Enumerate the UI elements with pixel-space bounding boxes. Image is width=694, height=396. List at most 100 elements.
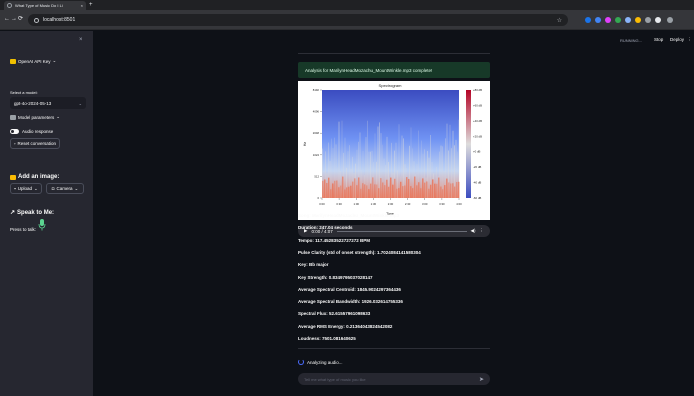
y-tick-label: 4096	[313, 110, 320, 114]
audio-menu-icon[interactable]: ⋮	[480, 228, 485, 234]
spectrogram-streak	[379, 122, 380, 198]
image-icon	[10, 174, 16, 180]
spectrogram-low-band	[332, 183, 334, 198]
x-tick-label: 0:00	[319, 202, 325, 206]
spinner-icon	[298, 359, 304, 365]
y-axis-label: Hz	[303, 142, 307, 147]
browser-window: What Type of Music Do I Li × + ← → ⟳ loc…	[0, 0, 694, 396]
audio-response-toggle[interactable]: Audio response	[10, 129, 53, 134]
spectrogram-low-band	[334, 180, 336, 198]
spectrogram-low-band	[404, 185, 406, 198]
camera-button[interactable]: ◘ Camera ⌄	[46, 183, 84, 194]
reset-conversation-button[interactable]: ▫ Reset conversation	[10, 138, 60, 149]
extension-icon[interactable]	[635, 17, 641, 23]
audio-progress-bar[interactable]	[336, 230, 467, 232]
send-icon[interactable]: ➤	[479, 376, 484, 383]
chat-input[interactable]: Tell me what type of music you like ➤	[298, 373, 490, 385]
spectrogram-low-band	[326, 182, 328, 198]
spectrogram-low-band	[434, 183, 436, 198]
camera-label: Camera	[56, 186, 73, 191]
spectrogram-low-band	[330, 189, 332, 198]
tab-bar: What Type of Music Do I Li × +	[0, 0, 694, 10]
chevron-down-icon: ⌄	[74, 185, 79, 191]
stop-button[interactable]: Stop	[654, 37, 663, 42]
spectrogram-streak	[398, 124, 400, 198]
extension-icon[interactable]	[645, 17, 651, 23]
browser-tab[interactable]: What Type of Music Do I Li ×	[4, 1, 86, 10]
analysis-line: Average RMS Energy: 0.21364043824542082	[298, 323, 393, 329]
api-key-expander[interactable]: OpenAI API Key ⌄	[10, 58, 56, 64]
spectrogram-low-band	[386, 179, 388, 198]
x-axis-ticks: 0:00 0:30 1:00 1:30 2:00 2:30 3:00 3:30 4:00	[319, 198, 462, 206]
new-tab-button[interactable]: +	[89, 1, 93, 9]
spectrogram-low-band	[426, 181, 428, 198]
spectrogram-low-band	[384, 185, 386, 198]
y-tick-label: 512	[314, 174, 319, 178]
upload-button[interactable]: ▪ Upload ⌄	[10, 183, 42, 194]
analysis-line: Average Spectral Bandwidth: 1926.0326147…	[298, 299, 403, 305]
spectrogram-low-band	[376, 184, 378, 198]
y-tick-label: 1024	[313, 153, 320, 157]
deploy-button[interactable]: Deploy	[670, 37, 684, 42]
chat-placeholder: Tell me what type of music you like	[304, 376, 366, 382]
analysis-line: Key Strength: 0.8349795037028147	[298, 274, 373, 280]
audio-response-label: Audio response	[22, 129, 54, 134]
url-input[interactable]: localhost:8501 ☆	[28, 14, 568, 26]
forward-button[interactable]: →	[11, 15, 17, 23]
spectrogram-low-band	[338, 187, 340, 198]
spectrogram-low-band	[336, 180, 338, 198]
main-menu-icon[interactable]: ⋮	[687, 37, 692, 43]
colorbar-tick-label: +40 dB	[473, 119, 482, 123]
gear-icon	[10, 114, 16, 120]
reset-conversation-label: Reset conversation	[17, 141, 57, 146]
browser-menu-icon[interactable]	[667, 17, 673, 23]
y-tick-label: 0	[317, 196, 319, 200]
spectrogram-low-band	[428, 188, 430, 198]
microphone-icon[interactable]	[38, 219, 46, 231]
model-parameters-expander[interactable]: Model parameters ⌄	[10, 114, 60, 120]
x-tick-label: 3:30	[439, 202, 445, 206]
extension-icon[interactable]	[605, 17, 611, 23]
spectrogram-low-band	[436, 183, 438, 198]
spectrogram-low-band	[322, 180, 324, 198]
model-parameters-label: Model parameters	[18, 114, 55, 120]
spectrogram-low-band	[396, 188, 398, 198]
model-select[interactable]: gpt-4o-2024-05-13 ⌄	[10, 97, 86, 109]
analysis-line: Pulse Clarity (std of onset strength): 1…	[298, 249, 421, 255]
spectrogram-streak	[377, 126, 379, 198]
analysis-line: Spectral Flux: 52.61557961098633	[298, 311, 371, 317]
spectrogram-low-band	[366, 185, 368, 198]
extension-icon[interactable]	[625, 17, 631, 23]
speak-heading-text: Speak to Me:	[17, 209, 55, 216]
spectrogram-chart: Spectrogram 0:00 0:30 1:00 1:30 2:00 2:30 3:00…	[298, 81, 490, 220]
bookmark-star-icon[interactable]: ☆	[557, 17, 562, 24]
spectrogram-low-band	[406, 177, 408, 198]
back-button[interactable]: ←	[4, 15, 10, 23]
volume-icon[interactable]: ◀)	[471, 228, 476, 234]
spectrogram-low-band	[412, 188, 414, 198]
site-info-icon[interactable]	[34, 17, 39, 23]
sidebar-close-icon[interactable]: ×	[79, 37, 83, 43]
spectrogram-low-band	[410, 186, 412, 198]
spectrogram-low-band	[456, 182, 458, 198]
x-tick-label: 1:30	[371, 202, 377, 206]
analysis-line: Average Spectral Centroid: 1845.90242973…	[298, 286, 401, 292]
sidebar: × OpenAI API Key ⌄ Select a model: gpt-4…	[0, 31, 93, 396]
y-tick-label: 8192	[313, 88, 320, 92]
analysis-line: Tempo: 117.45283522727272 BPM	[298, 237, 370, 243]
colorbar	[466, 90, 471, 198]
tab-title: What Type of Music Do I Li	[15, 3, 63, 8]
extension-icon[interactable]	[595, 17, 601, 23]
spectrogram-low-band	[394, 178, 396, 198]
extension-icon[interactable]	[615, 17, 621, 23]
analysis-line: Song: MarilynHeadMozachu_MountWinkle.mp3	[298, 213, 399, 218]
reload-button[interactable]: ⟳	[18, 15, 23, 23]
profile-avatar[interactable]	[655, 17, 661, 23]
colorbar-tick-label: -60 dB	[473, 196, 481, 200]
spectrogram-low-band	[350, 185, 352, 198]
spectrogram-low-band	[356, 185, 358, 198]
running-status: RUNNING...	[620, 38, 642, 43]
extension-icon[interactable]	[585, 17, 591, 23]
toggle-switch[interactable]	[10, 129, 19, 134]
tab-close-icon[interactable]: ×	[81, 3, 83, 8]
